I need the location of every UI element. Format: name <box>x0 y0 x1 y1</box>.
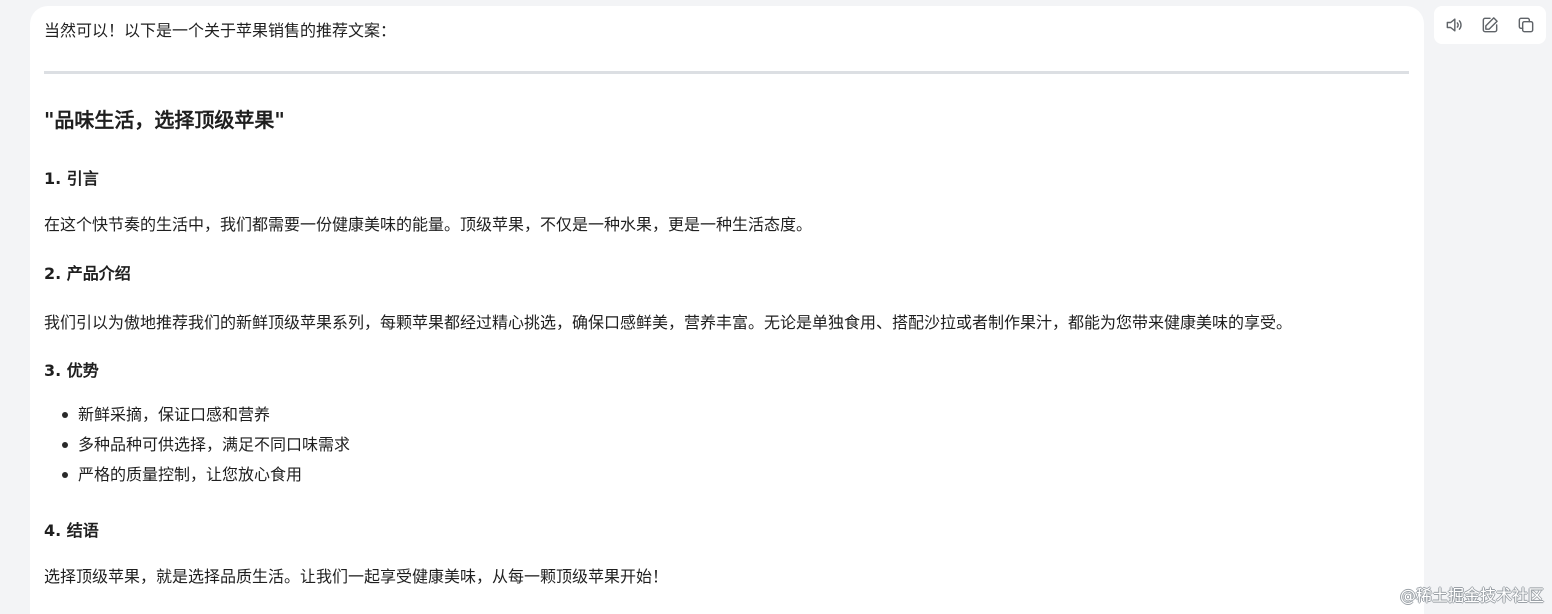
message-intro: 当然可以！以下是一个关于苹果销售的推荐文案： <box>44 21 397 40</box>
bullet-dot <box>62 472 68 478</box>
section-heading-advantages: 3. 优势 <box>44 361 99 380</box>
section-heading-conclusion: 4. 结语 <box>44 521 99 540</box>
list-item-text: 多种品种可供选择，满足不同口味需求 <box>78 435 351 454</box>
assistant-message-card: 当然可以！以下是一个关于苹果销售的推荐文案： "品味生活，选择顶级苹果" 1. … <box>30 6 1424 614</box>
list-item: 严格的质量控制，让您放心食用 <box>58 464 350 494</box>
list-item-text: 新鲜采摘，保证口感和营养 <box>78 405 271 424</box>
copy-icon[interactable] <box>1514 13 1538 37</box>
section-text-introduction: 在这个快节奏的生活中，我们都需要一份健康美味的能量。顶级苹果，不仅是一种水果，更… <box>44 215 813 234</box>
watermark-text: @稀土掘金技术社区 <box>1399 586 1544 605</box>
bullet-dot <box>62 412 68 418</box>
message-toolbar <box>1434 6 1546 44</box>
section-text-conclusion: 选择顶级苹果，就是选择品质生活。让我们一起享受健康美味，从每一颗顶级苹果开始！ <box>44 567 669 586</box>
speaker-icon[interactable] <box>1442 13 1466 37</box>
list-item: 多种品种可供选择，满足不同口味需求 <box>58 434 350 464</box>
section-heading-introduction: 1. 引言 <box>44 169 99 188</box>
section-text-product: 我们引以为傲地推荐我们的新鲜顶级苹果系列，每颗苹果都经过精心挑选，确保口感鲜美，… <box>44 313 1293 332</box>
list-item-text: 严格的质量控制，让您放心食用 <box>78 465 303 484</box>
horizontal-divider <box>44 71 1409 74</box>
bullet-dot <box>62 442 68 448</box>
list-item: 新鲜采摘，保证口感和营养 <box>58 404 350 434</box>
message-headline: "品味生活，选择顶级苹果" <box>44 108 285 132</box>
section-heading-product: 2. 产品介绍 <box>44 264 131 283</box>
advantages-list: 新鲜采摘，保证口感和营养 多种品种可供选择，满足不同口味需求 严格的质量控制，让… <box>58 404 350 494</box>
edit-icon[interactable] <box>1478 13 1502 37</box>
